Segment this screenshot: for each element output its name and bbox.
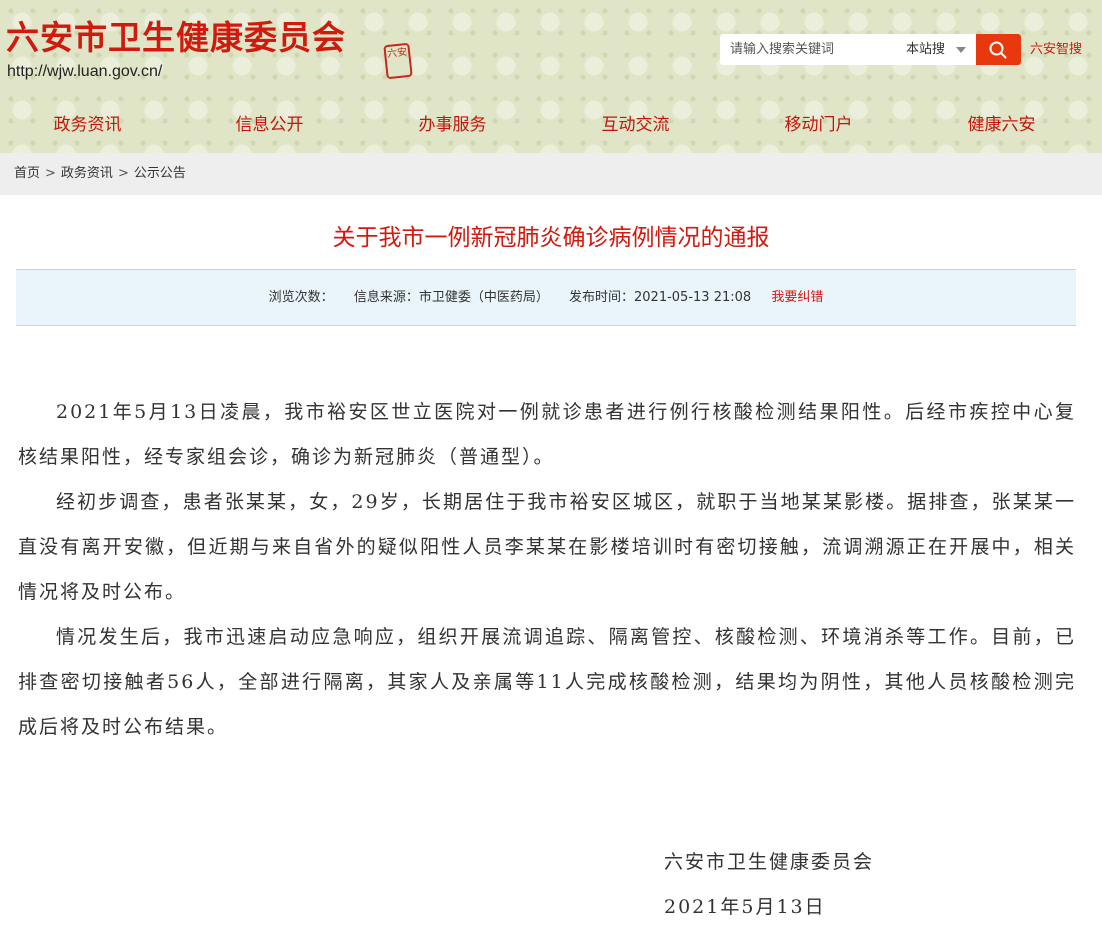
signature-date: 2021年5月13日 — [664, 896, 826, 918]
breadcrumb-separator: > — [117, 166, 129, 181]
article-paragraph: 经初步调查，患者张某某，女，29岁，长期居住于我市裕安区城区，就职于当地某某影楼… — [18, 491, 1076, 603]
breadcrumb-home[interactable]: 首页 — [14, 166, 40, 181]
publish-time: 发布时间：2021-05-13 21:08 — [569, 290, 751, 305]
search-scope-select[interactable]: 本站搜 — [898, 34, 976, 65]
nav-item-interaction[interactable]: 互动交流 — [544, 100, 727, 150]
source-label: 信息来源： — [353, 290, 419, 305]
seal-logo: 六安 — [383, 42, 413, 80]
article-signature: 六安市卫生健康委员会 2021年5月13日 — [664, 840, 874, 930]
chevron-down-icon — [956, 47, 966, 53]
main-nav: 政务资讯 信息公开 办事服务 互动交流 移动门户 健康六安 — [0, 100, 1102, 153]
nav-item-info-disclosure[interactable]: 信息公开 — [178, 100, 361, 150]
article-title: 关于我市一例新冠肺炎确诊病例情况的通报 — [332, 225, 770, 251]
article-body: 2021年5月13日凌晨，我市裕安区世立医院对一例就诊患者进行例行核酸检测结果阳… — [18, 390, 1076, 750]
smart-search-link[interactable]: 六安智搜 — [1030, 41, 1082, 58]
breadcrumb: 首页 > 政务资讯 > 公示公告 — [0, 153, 1102, 195]
signature-org: 六安市卫生健康委员会 — [664, 851, 875, 873]
breadcrumb-separator: > — [45, 166, 56, 181]
site-title[interactable]: 六安市卫生健康委员会 — [6, 18, 346, 58]
nav-item-mobile[interactable]: 移动门户 — [727, 100, 910, 150]
breadcrumb-announcements[interactable]: 公示公告 — [134, 166, 186, 181]
publish-label: 发布时间： — [569, 290, 635, 305]
article-paragraph: 2021年5月13日凌晨，我市裕安区世立医院对一例就诊患者进行例行核酸检测结果阳… — [18, 401, 1076, 468]
info-source: 信息来源：市卫健委（中医药局） — [354, 290, 549, 305]
breadcrumb-news[interactable]: 政务资讯 — [61, 166, 113, 181]
article-meta-bar: 浏览次数： 信息来源：市卫健委（中医药局） 发布时间：2021-05-13 21… — [16, 269, 1076, 326]
views-count: 浏览次数： — [269, 290, 334, 305]
site-url[interactable]: http://wjw.luan.gov.cn/ — [7, 62, 162, 82]
search-input[interactable] — [720, 34, 895, 65]
report-error-link[interactable]: 我要纠错 — [771, 290, 823, 305]
nav-item-healthy-luan[interactable]: 健康六安 — [910, 100, 1093, 150]
views-label: 浏览次数： — [268, 290, 334, 305]
publish-value: 2021-05-13 21:08 — [634, 290, 752, 305]
source-value: 市卫健委（中医药局） — [418, 290, 549, 305]
site-header: 六安市卫生健康委员会 http://wjw.luan.gov.cn/ 六安 本站… — [0, 0, 1102, 153]
search-scope-label: 本站搜 — [906, 42, 946, 57]
nav-item-services[interactable]: 办事服务 — [361, 100, 544, 150]
search-button[interactable] — [976, 34, 1021, 65]
search-box: 本站搜 — [720, 34, 976, 65]
search-icon — [989, 41, 1007, 59]
nav-item-news[interactable]: 政务资讯 — [0, 100, 179, 150]
article-paragraph: 情况发生后，我市迅速启动应急响应，组织开展流调追踪、隔离管控、核酸检测、环境消杀… — [18, 626, 1076, 738]
